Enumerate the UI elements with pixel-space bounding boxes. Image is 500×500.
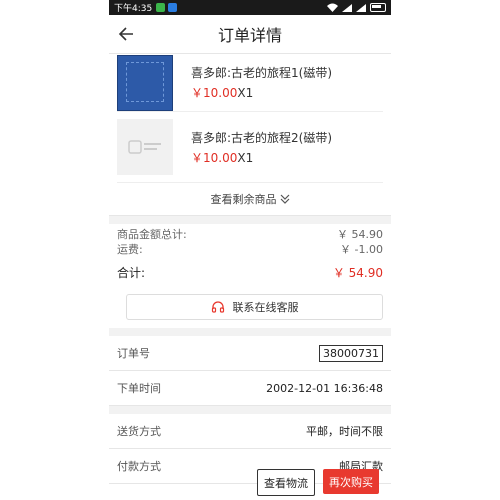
shipping-label: 运费: [117, 242, 143, 256]
goods-total-value: ￥ 54.90 [337, 227, 383, 241]
price-summary: 商品金额总计: ￥ 54.90 运费: ￥ -1.00 合计: ￥ 54.90 [109, 226, 391, 284]
status-time: 下午4:35 [114, 4, 153, 14]
view-more-products[interactable]: 查看剩余商品 [109, 183, 391, 216]
placeholder-logo-icon [128, 140, 161, 154]
product-name[interactable]: 喜多郎:古老的旅程1(磁带) [191, 64, 332, 81]
product-quantity: X1 [237, 150, 254, 165]
order-time-row: 下单时间 2002-12-01 16:36:48 [109, 371, 391, 406]
product-price: ￥10.00 [191, 86, 238, 100]
signal-icon [342, 3, 352, 12]
order-number-row: 订单号 38000731 [109, 336, 391, 371]
product-info: 喜多郎:古老的旅程1(磁带) ￥10.00X1 [191, 64, 332, 101]
view-logistics-button[interactable]: 查看物流 [257, 469, 315, 496]
order-time-value: 2002-12-01 16:36:48 [266, 381, 383, 395]
product-info: 喜多郎:古老的旅程2(磁带) ￥10.00X1 [191, 129, 332, 166]
grand-total-value: ￥ 54.90 [332, 265, 383, 280]
battery-icon [370, 3, 386, 12]
product-quantity: X1 [237, 86, 254, 100]
shipping-value: ￥ -1.00 [340, 242, 383, 256]
delivery-method-label: 送货方式 [117, 425, 161, 438]
double-chevron-down-icon [280, 194, 289, 204]
contact-service-label: 联系在线客服 [232, 301, 299, 314]
signal-2-icon [356, 3, 366, 12]
app-notification-icon [168, 3, 178, 12]
order-time-label: 下单时间 [117, 382, 161, 395]
product-thumbnail-placeholder[interactable] [117, 119, 173, 175]
wechat-icon [156, 3, 166, 12]
section-separator [109, 406, 391, 414]
contact-service-button[interactable]: 联系在线客服 [126, 294, 383, 320]
headset-icon [211, 301, 224, 313]
status-bar: 下午4:35 [109, 0, 391, 15]
grand-total-label: 合计: [117, 265, 146, 280]
status-icons [327, 3, 386, 12]
section-separator [109, 216, 391, 224]
order-number-label: 订单号 [117, 347, 150, 360]
product-name[interactable]: 喜多郎:古老的旅程2(磁带) [191, 129, 332, 146]
nav-bar: 订单详情 [109, 15, 391, 54]
section-separator [109, 328, 391, 336]
delivery-method-value: 平邮，时间不限 [306, 425, 383, 438]
delivery-method-row: 送货方式 平邮，时间不限 [109, 414, 391, 449]
grand-total-row: 合计: ￥ 54.90 [117, 260, 383, 284]
view-more-label: 查看剩余商品 [210, 193, 277, 206]
page-title: 订单详情 [217, 26, 282, 45]
product-thumbnail[interactable] [117, 54, 173, 111]
payment-method-label: 付款方式 [117, 460, 161, 473]
product-item-1[interactable]: 喜多郎:古老的旅程1(磁带) ￥10.00X1 [117, 54, 383, 112]
product-price: ￥10.00 [191, 150, 238, 165]
goods-total-row: 商品金额总计: ￥ 54.90 [117, 226, 383, 241]
back-arrow-icon[interactable] [117, 24, 137, 44]
order-number-value: 38000731 [319, 344, 383, 362]
buy-again-button[interactable]: 再次购买 [323, 469, 379, 494]
shipping-row: 运费: ￥ -1.00 [117, 241, 383, 256]
order-actions: 查看物流 再次购买 [257, 469, 379, 496]
goods-total-label: 商品金额总计: [117, 227, 187, 241]
product-item-2[interactable]: 喜多郎:古老的旅程2(磁带) ￥10.00X1 [117, 112, 383, 183]
wifi-icon [327, 3, 338, 12]
app-screen: 下午4:35 订单详情 喜多郎:古老的旅程1(磁带) ￥10.00X1 喜多郎:… [109, 0, 391, 500]
